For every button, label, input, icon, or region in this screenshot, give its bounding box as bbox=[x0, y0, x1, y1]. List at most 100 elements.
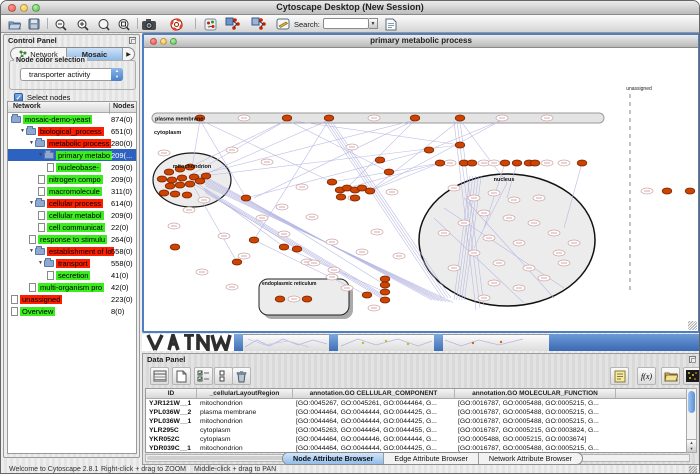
tree-row[interactable]: nitrogen compo209(0) bbox=[8, 173, 136, 185]
minimize-button[interactable] bbox=[20, 4, 28, 12]
import-table-icon[interactable] bbox=[383, 17, 398, 31]
table-column-header[interactable]: annotation.GO CELLULAR_COMPONENT bbox=[293, 389, 455, 398]
tree-col-network[interactable]: Network bbox=[13, 103, 41, 110]
background-window-thumbnail[interactable] bbox=[142, 334, 234, 351]
graph-node-selected[interactable] bbox=[185, 181, 195, 187]
graph-node-selected[interactable] bbox=[455, 115, 465, 121]
graph-node-selected[interactable] bbox=[241, 195, 251, 201]
app-resize-grip[interactable] bbox=[689, 466, 697, 474]
tree-row[interactable]: ▼transport558(0) bbox=[8, 257, 136, 269]
function-builder-icon[interactable]: f(x) bbox=[637, 367, 656, 385]
background-window-edge[interactable] bbox=[234, 334, 243, 351]
tree-row[interactable]: secretion41(0) bbox=[8, 269, 136, 281]
graph-node-selected[interactable] bbox=[292, 246, 302, 252]
edge[interactable] bbox=[347, 163, 440, 188]
open-file-icon[interactable] bbox=[7, 17, 22, 31]
graph-node-selected[interactable] bbox=[302, 296, 312, 302]
view-resize-grip[interactable] bbox=[688, 321, 697, 330]
vizmapper-icon[interactable] bbox=[203, 17, 218, 31]
table-column-header[interactable]: annotation.GO MOLECULAR_FUNCTION bbox=[455, 389, 616, 398]
tree-row[interactable]: Overview8(0) bbox=[8, 305, 136, 317]
tree-row[interactable]: ▼establishment of lo558(0) bbox=[8, 245, 136, 257]
edge[interactable] bbox=[287, 120, 460, 145]
tree-row[interactable]: ▼primary metabo209(... bbox=[8, 149, 136, 161]
create-view-icon[interactable] bbox=[225, 17, 240, 31]
table-row[interactable]: YPL036W__2plasma membrane[GO:0044464, GO… bbox=[146, 408, 689, 417]
save-session-icon[interactable] bbox=[26, 17, 41, 31]
graph-node-selected[interactable] bbox=[662, 188, 672, 194]
tree-row[interactable]: ▼cellular process614(0) bbox=[8, 197, 136, 209]
background-window-sliver[interactable] bbox=[525, 334, 549, 351]
background-window-sliver[interactable] bbox=[443, 334, 525, 351]
graph-node-selected[interactable] bbox=[380, 297, 390, 303]
tree-row[interactable]: ▼metabolic process280(0) bbox=[8, 137, 136, 149]
attribute-matrix-icon[interactable] bbox=[683, 367, 700, 385]
delete-attribute-icon[interactable] bbox=[232, 367, 251, 385]
import-attributes-icon[interactable] bbox=[610, 367, 629, 385]
graph-node-selected[interactable] bbox=[157, 176, 167, 182]
table-column-header[interactable] bbox=[616, 389, 689, 398]
scrollbar-arrows[interactable]: ▲▼ bbox=[687, 439, 696, 452]
graph-node-selected[interactable] bbox=[435, 160, 445, 166]
graph-node-selected[interactable] bbox=[182, 192, 192, 198]
zoom-out-icon[interactable] bbox=[53, 17, 68, 31]
graph-node-selected[interactable] bbox=[170, 191, 180, 197]
graph-node-selected[interactable] bbox=[249, 237, 259, 243]
tree-row[interactable]: nucleobase-209(0) bbox=[8, 161, 136, 173]
edit-table-icon[interactable] bbox=[275, 17, 290, 31]
background-window-edge[interactable] bbox=[434, 334, 443, 351]
table-column-header[interactable]: _cellularLayoutRegion bbox=[197, 389, 293, 398]
background-window-sliver[interactable] bbox=[338, 334, 434, 351]
graph-node-selected[interactable] bbox=[232, 259, 242, 265]
graph-node-selected[interactable] bbox=[195, 178, 205, 184]
table-row[interactable]: YKR052Ccytoplasm[GO:0044464, GO:0044446,… bbox=[146, 435, 689, 444]
graph-node-selected[interactable] bbox=[455, 142, 465, 148]
tab-network-attribute-browser[interactable]: Network Attribute Browser bbox=[479, 453, 582, 464]
tab-edge-attribute-browser[interactable]: Edge Attribute Browser bbox=[384, 453, 479, 464]
graph-node-selected[interactable] bbox=[170, 244, 180, 250]
background-window-edge[interactable] bbox=[329, 334, 338, 351]
graph-node-selected[interactable] bbox=[165, 183, 175, 189]
edge[interactable] bbox=[254, 120, 415, 198]
tree-row[interactable]: multi-organism pro42(0) bbox=[8, 281, 136, 293]
graph-node-selected[interactable] bbox=[512, 160, 522, 166]
graph-node-selected[interactable] bbox=[380, 282, 390, 288]
zoom-window-button[interactable] bbox=[32, 4, 40, 12]
scrollbar-thumb[interactable] bbox=[688, 391, 695, 413]
tab-overflow-icon[interactable]: ▶ bbox=[123, 48, 134, 60]
view-title-bar[interactable]: primary metabolic process bbox=[144, 35, 698, 48]
search-input[interactable] bbox=[323, 18, 369, 29]
tree-row[interactable]: cellular metabol209(0) bbox=[8, 209, 136, 221]
graph-node-selected[interactable] bbox=[380, 276, 390, 282]
graph-node-selected[interactable] bbox=[275, 296, 285, 302]
view-close-button[interactable] bbox=[150, 38, 157, 45]
graph-node-selected[interactable] bbox=[167, 177, 177, 183]
graph-node-selected[interactable] bbox=[577, 160, 587, 166]
graph-node-selected[interactable] bbox=[380, 289, 390, 295]
graph-node-selected[interactable] bbox=[375, 157, 385, 163]
tree-row[interactable]: cell communicat22(0) bbox=[8, 221, 136, 233]
background-window-edge[interactable] bbox=[549, 334, 700, 351]
graph-node-selected[interactable] bbox=[324, 115, 334, 121]
search-dropdown-icon[interactable]: ▼ bbox=[369, 18, 378, 29]
help-icon[interactable] bbox=[169, 17, 184, 31]
graph-node-selected[interactable] bbox=[362, 292, 372, 298]
edge[interactable] bbox=[204, 188, 382, 294]
tree-row[interactable]: response to stimulu264(0) bbox=[8, 233, 136, 245]
graph-node-selected[interactable] bbox=[282, 115, 292, 121]
float-window-icon[interactable] bbox=[129, 37, 136, 44]
tree-row[interactable]: mosaic-demo-yeast874(0) bbox=[8, 113, 136, 125]
zoom-fit-icon[interactable] bbox=[116, 17, 131, 31]
tab-node-attribute-browser[interactable]: Node Attribute Browser bbox=[283, 453, 384, 464]
view-zoom-button[interactable] bbox=[170, 38, 177, 45]
expand-arrow-icon[interactable]: ▼ bbox=[29, 200, 34, 206]
tree-row[interactable]: ▼biological_process651(0) bbox=[8, 125, 136, 137]
graph-node-selected[interactable] bbox=[365, 188, 375, 194]
graph-node-selected[interactable] bbox=[500, 160, 510, 166]
expand-arrow-icon[interactable]: ▼ bbox=[38, 260, 43, 266]
view-minimize-button[interactable] bbox=[160, 38, 167, 45]
expand-arrow-icon[interactable]: ▼ bbox=[29, 140, 34, 146]
load-attributes-icon[interactable] bbox=[661, 367, 680, 385]
graph-node-selected[interactable] bbox=[336, 194, 346, 200]
expand-arrow-icon[interactable]: ▼ bbox=[20, 128, 25, 134]
